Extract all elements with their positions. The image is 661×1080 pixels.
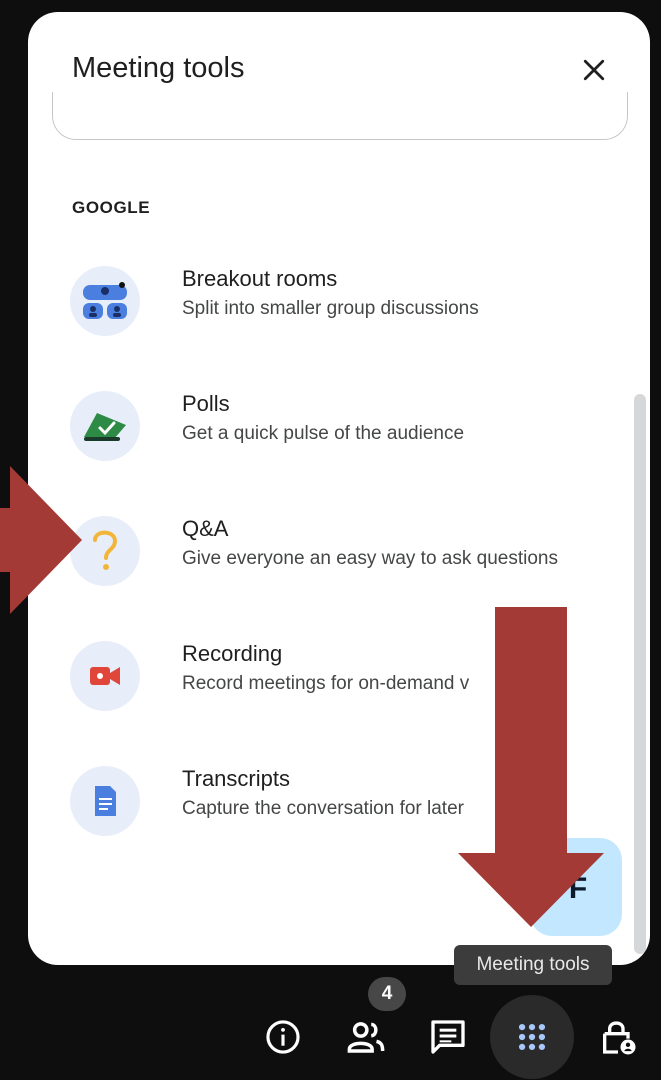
breakout-rooms-icon [70,266,140,336]
qa-icon [70,516,140,586]
meeting-tools-icon [518,1023,546,1051]
tool-description: Give everyone an easy way to ask questio… [182,548,558,569]
people-button[interactable] [342,1013,390,1061]
section-label-google: GOOGLE [72,198,151,217]
tool-item-polls[interactable]: Polls Get a quick pulse of the audience [28,387,628,497]
scrollbar[interactable] [634,394,646,954]
meeting-info-button[interactable] [259,1013,307,1061]
tool-name: Polls [182,391,230,416]
tool-description: Record meetings for on-demand v [182,673,470,694]
tool-name: Transcripts [182,766,290,791]
fab-label: F [568,872,588,905]
chat-icon [431,1020,465,1054]
meeting-tools-panel: Meeting tools GOOGLE Breakout rooms Spli… [28,12,650,965]
chat-button[interactable] [424,1013,472,1061]
recording-icon [70,641,140,711]
search-field-edge [52,92,628,140]
floating-action-button[interactable]: F [530,838,622,936]
tool-description: Split into smaller group discussions [182,298,479,319]
panel-title: Meeting tools [72,52,245,84]
bottom-toolbar: 4 [0,975,661,1080]
tool-name: Breakout rooms [182,266,338,291]
close-button[interactable] [576,52,612,88]
info-icon [266,1020,300,1054]
tool-description: Capture the conversation for later [182,798,464,819]
tool-item-recording[interactable]: Recording Record meetings for on-demand … [28,637,628,747]
tool-item-breakout-rooms[interactable]: Breakout rooms Split into smaller group … [28,262,628,372]
people-count-badge: 4 [368,977,406,1011]
host-controls-button[interactable] [594,1013,642,1061]
tool-name: Recording [182,641,283,666]
polls-icon [70,391,140,461]
close-icon [583,59,605,81]
tool-description: Get a quick pulse of the audience [182,423,465,444]
panel-header: Meeting tools [28,12,650,140]
tool-item-qa[interactable]: Q&A Give everyone an easy way to ask que… [28,512,628,622]
people-icon [347,1022,385,1053]
tool-name: Q&A [182,516,229,541]
transcripts-icon [70,766,140,836]
host-controls-icon [603,1021,636,1055]
meeting-tools-button[interactable] [490,995,574,1079]
